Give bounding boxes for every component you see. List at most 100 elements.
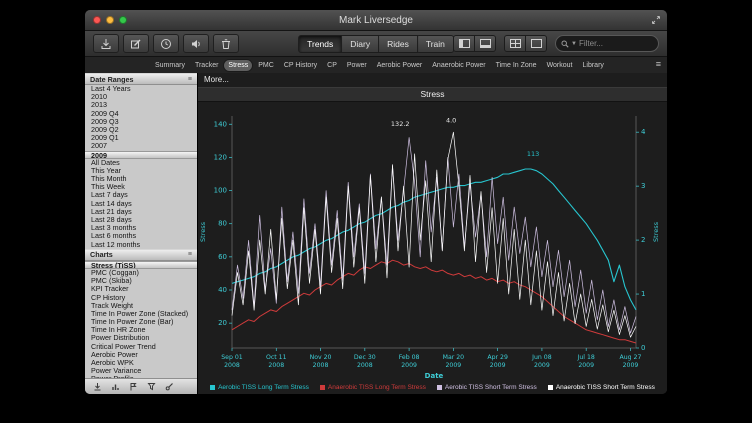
sidebar-item-aerobic-wpk[interactable]: Aerobic WPK xyxy=(85,359,197,367)
toggle-lowbar-button[interactable] xyxy=(475,35,496,52)
sidebar-item-pmc-coggan[interactable]: PMC (Coggan) xyxy=(85,269,197,277)
stress-chart[interactable]: 2040608010012014001234Sep 012008Oct 1120… xyxy=(198,102,666,380)
section-menu-icon[interactable]: ≡ xyxy=(188,251,192,258)
sidebar-item-power-distribution[interactable]: Power Distribution xyxy=(85,334,197,342)
wrench-icon[interactable] xyxy=(165,382,174,391)
sidebar-item-last-7-days[interactable]: Last 7 days xyxy=(85,191,197,199)
x-tick-label: Aug 27 xyxy=(619,354,641,361)
legend-swatch xyxy=(548,385,553,390)
sidebar-item-critical-power-trend[interactable]: Critical Power Trend xyxy=(85,343,197,351)
sidebar-item-2009-q2[interactable]: 2009 Q2 xyxy=(85,126,197,134)
close-button[interactable] xyxy=(93,16,101,24)
right-tick-label: 0 xyxy=(641,344,645,352)
section-header-label: Charts xyxy=(90,250,113,259)
chart-icon[interactable] xyxy=(111,382,120,391)
sidebar-item-aerobic-power[interactable]: Aerobic Power xyxy=(85,351,197,359)
tab-time-in-zone[interactable]: Time In Zone xyxy=(492,60,541,71)
tab-cp-history[interactable]: CP History xyxy=(280,60,321,71)
sidebar-item-pmc-skiba[interactable]: PMC (Skiba) xyxy=(85,277,197,285)
tab-anaerobic-power[interactable]: Anaerobic Power xyxy=(428,60,489,71)
add-range-icon[interactable] xyxy=(93,382,102,391)
more-link[interactable]: More... xyxy=(198,73,667,87)
view-tab-rides[interactable]: Rides xyxy=(379,35,418,53)
sidebar-item-track-weight[interactable]: Track Weight xyxy=(85,302,197,310)
filter-caret-icon[interactable]: ▼ xyxy=(571,41,577,47)
section-menu-icon[interactable]: ≡ xyxy=(188,76,192,83)
sidebar-item-last-3-months[interactable]: Last 3 months xyxy=(85,224,197,232)
speaker-button[interactable] xyxy=(183,34,209,53)
sidebar-item-all-dates[interactable]: All Dates xyxy=(85,159,197,167)
left-tick-label: 60 xyxy=(218,253,227,261)
compose-button[interactable] xyxy=(123,34,149,53)
tabbar-menu-icon[interactable]: ≡ xyxy=(656,59,661,69)
left-tick-label: 140 xyxy=(214,120,227,128)
clock-button[interactable] xyxy=(153,34,179,53)
x-tick-label: Feb 08 xyxy=(399,354,420,361)
zoom-button[interactable] xyxy=(119,16,127,24)
sidebar-item-time-in-hr-zone[interactable]: Time In HR Zone xyxy=(85,326,197,334)
legend-label: Anaerobic TISS Long Term Stress xyxy=(328,384,426,391)
sidebar-item-2009-q4[interactable]: 2009 Q4 xyxy=(85,110,197,118)
legend-label: Aerobic TISS Long Term Stress xyxy=(218,384,309,391)
sidebar-item-2009[interactable]: 2009 xyxy=(85,151,197,159)
sidebar-item-last-28-days[interactable]: Last 28 days xyxy=(85,216,197,224)
funnel-icon[interactable] xyxy=(147,382,156,391)
legend-item-anaerobic-tiss-short-term-stress: Anaerobic TISS Short Term Stress xyxy=(548,384,655,391)
sidebar-item-2013[interactable]: 2013 xyxy=(85,101,197,109)
sidebar-item-2007[interactable]: 2007 xyxy=(85,142,197,150)
sidebar-item-time-in-power-zone-bar[interactable]: Time In Power Zone (Bar) xyxy=(85,318,197,326)
sidebar-item-kpi-tracker[interactable]: KPI Tracker xyxy=(85,285,197,293)
sidebar-item-this-year[interactable]: This Year xyxy=(85,167,197,175)
sidebar-item-2009-q3[interactable]: 2009 Q3 xyxy=(85,118,197,126)
sidebar-item-last-4-years[interactable]: Last 4 Years xyxy=(85,85,197,93)
tab-power[interactable]: Power xyxy=(343,60,371,71)
minimize-button[interactable] xyxy=(106,16,114,24)
x-tick-label-year: 2008 xyxy=(357,362,373,369)
tab-aerobic-power[interactable]: Aerobic Power xyxy=(373,60,427,71)
sidebar-item-last-6-months[interactable]: Last 6 months xyxy=(85,232,197,240)
tiled-view-button[interactable] xyxy=(504,35,526,52)
toggle-sidebar-button[interactable] xyxy=(453,35,475,52)
sidebar-item-stress-tiss[interactable]: Stress (TiSS) xyxy=(85,261,197,269)
sidebar-item-this-month[interactable]: This Month xyxy=(85,175,197,183)
filter-field[interactable]: ▼ Filter... xyxy=(555,35,659,52)
main-toolbar: TrendsDiaryRidesTrain ▼ xyxy=(85,31,667,57)
fullscreen-icon[interactable] xyxy=(651,15,661,25)
tab-library[interactable]: Library xyxy=(579,60,608,71)
single-view-button[interactable] xyxy=(526,35,547,52)
sidebar-item-last-12-months[interactable]: Last 12 months xyxy=(85,241,197,249)
sidebar-item-2009-q1[interactable]: 2009 Q1 xyxy=(85,134,197,142)
sidebar-item-time-in-power-zone-stacked[interactable]: Time In Power Zone (Stacked) xyxy=(85,310,197,318)
view-tab-trends[interactable]: Trends xyxy=(298,35,342,53)
x-axis-title: Date xyxy=(425,372,444,380)
sidebar-item-last-14-days[interactable]: Last 14 days xyxy=(85,200,197,208)
title-bar[interactable]: Mark Liversedge xyxy=(85,10,667,31)
section-header-date-ranges: Date Ranges≡ xyxy=(85,73,197,85)
trash-button[interactable] xyxy=(213,34,239,53)
toolbar-right-group: ▼ Filter... xyxy=(453,35,659,52)
x-tick-label: Oct 11 xyxy=(266,354,287,361)
app-window: Mark Liversedge TrendsDiaryRidesTrain xyxy=(85,10,667,394)
sidebar-item-2010[interactable]: 2010 xyxy=(85,93,197,101)
trash-icon xyxy=(220,38,232,50)
import-button[interactable] xyxy=(93,34,119,53)
tab-workout[interactable]: Workout xyxy=(543,60,577,71)
tab-pmc[interactable]: PMC xyxy=(254,60,278,71)
single-pane-icon xyxy=(531,39,542,48)
view-tab-train[interactable]: Train xyxy=(418,35,454,53)
flag-icon[interactable] xyxy=(129,382,138,391)
sidebar-item-this-week[interactable]: This Week xyxy=(85,183,197,191)
sidebar-item-power-variance[interactable]: Power Variance xyxy=(85,367,197,375)
view-tab-diary[interactable]: Diary xyxy=(342,35,379,53)
tab-stress[interactable]: Stress xyxy=(224,60,252,71)
sidebar-item-last-21-days[interactable]: Last 21 days xyxy=(85,208,197,216)
legend-swatch xyxy=(210,385,215,390)
tab-cp[interactable]: CP xyxy=(323,60,341,71)
legend-item-anaerobic-tiss-long-term-stress: Anaerobic TISS Long Term Stress xyxy=(320,384,426,391)
filter-placeholder: Filter... xyxy=(579,39,603,48)
chart-holder[interactable]: 2040608010012014001234Sep 012008Oct 1120… xyxy=(198,102,667,380)
left-tick-label: 120 xyxy=(214,153,227,161)
tab-summary[interactable]: Summary xyxy=(151,60,189,71)
sidebar-item-cp-history[interactable]: CP History xyxy=(85,294,197,302)
tab-tracker[interactable]: Tracker xyxy=(191,60,222,71)
